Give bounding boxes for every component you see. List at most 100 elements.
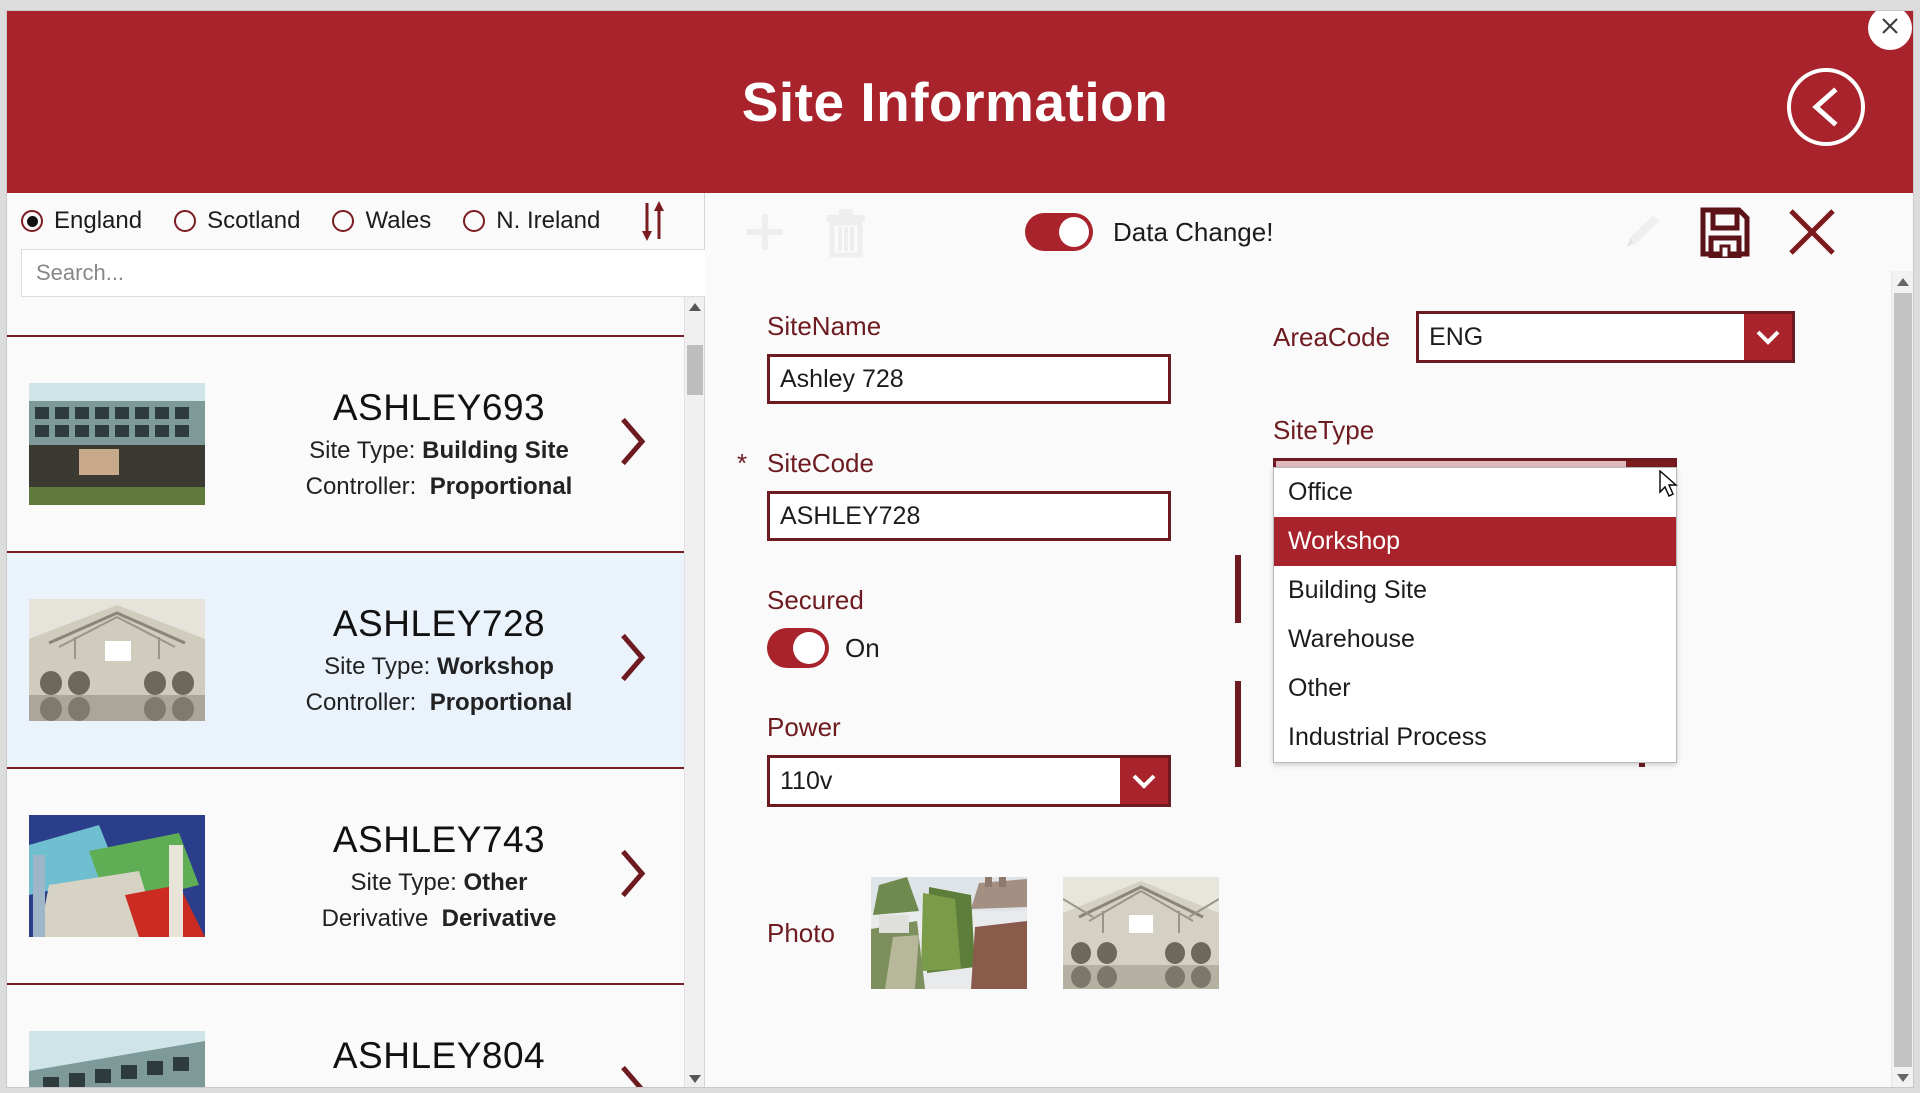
photo-thumbnail[interactable]	[870, 877, 1027, 989]
site-detail-panel: Data Change! SiteName Ashley 728 * SiteC…	[705, 193, 1913, 1087]
back-button[interactable]	[1787, 68, 1865, 146]
chevron-right-icon[interactable]	[615, 630, 649, 691]
page-title: Site Information	[741, 71, 1169, 133]
search-container	[7, 249, 709, 297]
site-type-row: Site Type: Workshop	[324, 653, 554, 681]
close-icon	[1879, 15, 1901, 42]
detail-form: SiteName * SiteCode	[705, 271, 1913, 851]
radio-indicator	[332, 210, 355, 232]
power-label: Power	[767, 712, 841, 742]
site-thumbnail	[29, 383, 205, 505]
controller-value: Proportional	[429, 689, 573, 716]
detail-toolbar: Data Change!	[705, 193, 1913, 271]
sitetype-dropdown-list[interactable]: Office Workshop Building Site Warehouse …	[1273, 467, 1677, 763]
sitecode-required-marker: *	[737, 448, 748, 478]
chevron-down-icon[interactable]	[1120, 758, 1168, 804]
sort-updown-icon[interactable]	[636, 199, 670, 243]
scroll-up-arrow[interactable]	[685, 297, 704, 317]
region-filter-group: England Scotland Wales N. Ireland	[7, 193, 704, 249]
controller-value: Derivative	[441, 905, 557, 932]
site-type-label: Site Type:	[386, 1085, 492, 1087]
pencil-icon[interactable]	[1619, 209, 1665, 255]
sitename-input[interactable]	[767, 354, 1171, 404]
scroll-up-arrow[interactable]	[1892, 271, 1913, 293]
region-radio-n-ireland[interactable]: N. Ireland	[463, 207, 600, 235]
areacode-label: AreaCode	[1273, 321, 1391, 352]
data-change-toggle[interactable]	[1025, 213, 1093, 251]
field-areacode: AreaCode ENG	[1273, 311, 1795, 363]
site-information-window: Site Information England Scotland Wales …	[6, 10, 1914, 1088]
sidebar-scrollbar[interactable]	[684, 297, 704, 1087]
scrollbar-thumb[interactable]	[687, 345, 703, 395]
dropdown-option[interactable]: Industrial Process	[1274, 713, 1676, 762]
window-close-button[interactable]	[1868, 11, 1912, 50]
power-select[interactable]: 110v	[767, 755, 1171, 807]
field-sitecode: * SiteCode	[737, 448, 1235, 541]
chevron-right-icon[interactable]	[615, 846, 649, 907]
list-item[interactable]: ASHLEY728 Site Type: Workshop Controller…	[7, 553, 685, 769]
chevron-right-icon[interactable]	[615, 414, 649, 475]
toggle-knob	[1059, 217, 1089, 247]
dropdown-option[interactable]: Warehouse	[1274, 615, 1676, 664]
field-power: Power 110v	[767, 712, 1235, 807]
site-type-value: Workshop	[437, 653, 554, 680]
region-radio-wales[interactable]: Wales	[332, 207, 431, 235]
controller-label: Controller:	[305, 473, 417, 500]
save-floppy-icon[interactable]	[1699, 206, 1751, 258]
site-type-value: Building Site	[422, 437, 569, 464]
dropdown-option[interactable]: Building Site	[1274, 566, 1676, 615]
scrollbar-thumb[interactable]	[1894, 293, 1912, 1067]
list-top-divider	[7, 297, 685, 337]
close-x-icon[interactable]	[1785, 205, 1839, 259]
controller-value: Proportional	[429, 473, 573, 500]
region-label: Wales	[365, 207, 432, 234]
field-secured: Secured On	[767, 585, 1235, 668]
photo-thumbnail[interactable]	[1062, 877, 1219, 989]
photo-label: Photo	[767, 917, 835, 948]
dropdown-option[interactable]: Office	[1274, 468, 1676, 517]
controller-row: Controller: Proportional	[306, 473, 573, 501]
plus-icon[interactable]	[739, 206, 791, 258]
scroll-down-arrow[interactable]	[1892, 1067, 1913, 1087]
photo-row: Photo	[705, 877, 1913, 989]
scroll-down-arrow[interactable]	[685, 1069, 704, 1087]
list-item[interactable]: ASHLEY743 Site Type: Other Derivative De…	[7, 769, 685, 985]
site-type-label: Site Type:	[309, 437, 416, 464]
search-input[interactable]	[21, 249, 709, 297]
detail-form-scroll: SiteName * SiteCode	[705, 271, 1913, 1087]
underlying-widget-edge	[1235, 555, 1241, 623]
sitetype-label: SiteType	[1273, 415, 1375, 445]
site-thumbnail	[29, 1031, 205, 1087]
power-select-value: 110v	[780, 766, 833, 795]
areacode-select[interactable]: ENG	[1416, 311, 1795, 363]
region-radio-england[interactable]: England	[21, 207, 142, 235]
region-label: Scotland	[207, 207, 301, 234]
chevron-down-icon[interactable]	[1744, 314, 1792, 360]
list-item[interactable]: ASHLEY804 Site Type: Controller:	[7, 985, 685, 1087]
secured-toggle[interactable]	[767, 628, 829, 668]
trash-icon[interactable]	[821, 205, 871, 259]
list-item[interactable]: ASHLEY693 Site Type: Building Site Contr…	[7, 337, 685, 553]
radio-indicator	[463, 210, 486, 232]
sitecode-input[interactable]	[767, 491, 1171, 541]
site-type-row: Site Type: Building Site	[309, 437, 569, 465]
controller-row: Controller: Proportional	[306, 689, 573, 717]
data-change-group: Data Change!	[1025, 213, 1273, 251]
dropdown-option[interactable]: Other	[1274, 664, 1676, 713]
form-column-left: SiteName * SiteCode	[705, 311, 1235, 851]
form-column-right: AreaCode ENG SiteType Office Workshop Bu…	[1235, 311, 1795, 851]
window-body: England Scotland Wales N. Ireland Search…	[7, 193, 1913, 1087]
controller-row: Derivative Derivative	[322, 905, 557, 933]
region-radio-scotland[interactable]: Scotland	[174, 207, 300, 235]
site-name: ASHLEY743	[332, 819, 546, 860]
sites-list-inner: ASHLEY693 Site Type: Building Site Contr…	[7, 297, 685, 1087]
site-type-row: Site Type:	[386, 1085, 492, 1087]
field-sitename: SiteName	[767, 311, 1235, 404]
dropdown-option[interactable]: Workshop	[1274, 517, 1676, 566]
secured-label: Secured	[767, 585, 864, 615]
detail-scrollbar[interactable]	[1891, 271, 1913, 1087]
site-thumbnail	[29, 815, 205, 937]
site-type-value: Other	[463, 869, 528, 896]
sitename-label: SiteName	[767, 311, 882, 341]
chevron-right-icon[interactable]	[615, 1062, 649, 1087]
